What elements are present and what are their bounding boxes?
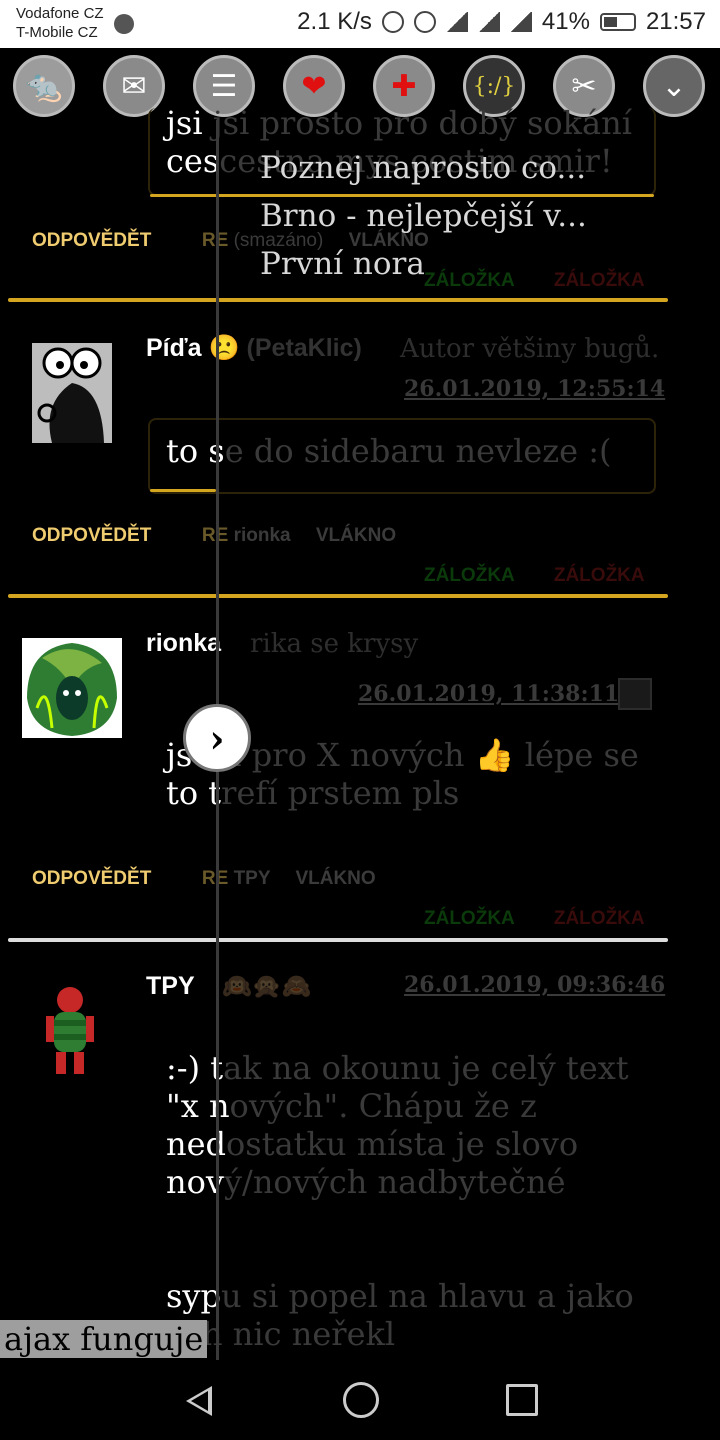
post-2-actions: ODPOVĚDĚT RE rionka VLÁKNO — [32, 525, 396, 547]
post-1-separator — [8, 298, 668, 302]
wifi-icon — [445, 12, 468, 32]
thread-link[interactable]: VLÁKNO — [295, 868, 375, 889]
recents-icon[interactable] — [506, 1384, 538, 1416]
network-speed: 2.1 K/s — [297, 8, 372, 35]
messenger-icon — [114, 14, 134, 34]
bookmarks-menu: Poznej naprosto co... Brno - nejlepčejší… — [260, 144, 587, 288]
post-4-text: :-) tak na okounu je celý text "x nových… — [166, 1049, 634, 1353]
expand-sidebar-button[interactable]: › — [183, 704, 251, 772]
battery-icon — [599, 13, 636, 31]
select-checkbox[interactable] — [618, 678, 652, 710]
re-target[interactable]: TPY — [234, 868, 271, 889]
ajax-toast: ajax funguje — [0, 1320, 208, 1358]
system-nav-bar — [0, 1360, 720, 1440]
thread-link[interactable]: VLÁKNO — [316, 525, 396, 546]
re-target[interactable]: rionka — [234, 525, 291, 546]
avatar-tpy — [46, 987, 94, 1074]
post-2-gold-underline — [150, 489, 216, 492]
signal-icon — [477, 12, 500, 32]
status-bar: Vodafone CZ T-Mobile CZ 2.1 K/s 41% 21:5… — [0, 0, 720, 48]
carrier-1: Vodafone CZ — [16, 5, 104, 22]
post-3-actions: ODPOVĚDĚT RE TPY VLÁKNO — [32, 868, 376, 890]
profile-icon[interactable]: 🐀 — [13, 55, 75, 117]
post-4-author[interactable]: TPY — [146, 972, 195, 1001]
bookmark-green[interactable]: ZÁLOŽKA — [424, 565, 515, 586]
battery-percent: 41% — [541, 8, 590, 35]
bookmark-red[interactable]: ZÁLOŽKA — [554, 565, 645, 586]
post-3-author[interactable]: rionka — [146, 629, 221, 658]
post-2-author[interactable]: Píďa 🙁 (PetaKlic) — [146, 334, 362, 363]
back-icon-inner — [191, 1391, 208, 1411]
expand-icon[interactable]: ⌄ — [643, 55, 705, 117]
avatar-rionka — [22, 638, 122, 738]
mute-icon — [381, 11, 404, 33]
alarm-icon — [413, 11, 436, 33]
reply-button[interactable]: ODPOVĚDĚT — [32, 525, 151, 546]
carrier-info: Vodafone CZ T-Mobile CZ — [16, 4, 104, 42]
bookmark-red[interactable]: ZÁLOŽKA — [554, 908, 645, 929]
post-2-motto: Autor většiny bugů. — [400, 334, 660, 364]
bookmark-green[interactable]: ZÁLOŽKA — [424, 908, 515, 929]
reply-button[interactable]: ODPOVĚDĚT — [32, 868, 151, 889]
post-2-text: to se do sidebaru nevleze :( — [166, 432, 612, 470]
menu-item-3[interactable]: První nora — [260, 240, 587, 288]
signal-2-icon — [509, 12, 532, 32]
post-4-date[interactable]: 26.01.2019, 09:36:46 — [404, 972, 665, 998]
chevron-right-icon: › — [209, 715, 225, 761]
clock: 21:57 — [645, 8, 706, 35]
post-2-date[interactable]: 26.01.2019, 12:55:14 — [404, 376, 665, 402]
menu-item-1[interactable]: Poznej naprosto co... — [260, 144, 587, 192]
menu-item-2[interactable]: Brno - nejlepčejší v... — [260, 192, 587, 240]
post-3-date[interactable]: 26.01.2019, 11:38:11 — [358, 681, 619, 707]
reply-button[interactable]: ODPOVĚDĚT — [32, 230, 151, 251]
post-2-bookmarks: ZÁLOŽKA ZÁLOŽKA — [424, 565, 645, 587]
post-4-emojis: 🙉🙊🙈 — [222, 972, 312, 1000]
avatar-pida — [32, 343, 112, 443]
post-2-separator — [8, 594, 668, 598]
post-3-bookmarks: ZÁLOŽKA ZÁLOŽKA — [424, 908, 645, 930]
home-icon[interactable] — [343, 1382, 379, 1418]
post-3-separator — [8, 938, 668, 942]
carrier-2: T-Mobile CZ — [16, 24, 98, 41]
status-right: 2.1 K/s 41% 21:57 — [297, 8, 706, 36]
post-3-motto: rika se krysy — [250, 629, 419, 659]
